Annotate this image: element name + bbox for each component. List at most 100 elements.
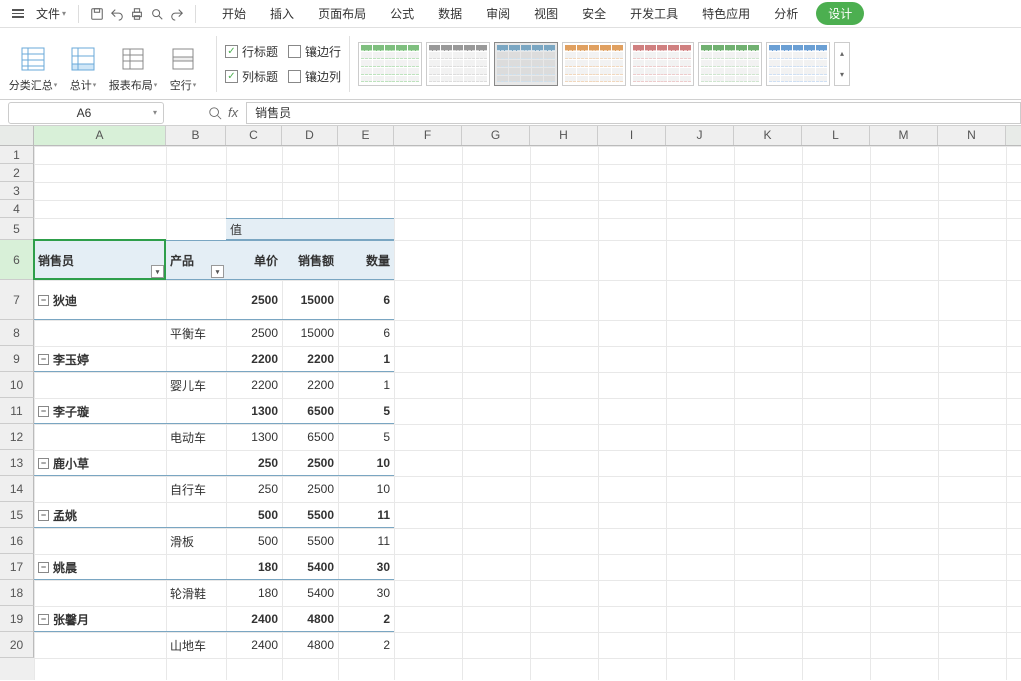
row-header-17[interactable]: 17	[0, 554, 34, 580]
zoom-icon[interactable]	[208, 106, 222, 120]
col-header-H[interactable]: H	[530, 126, 598, 145]
collapse-button[interactable]: −	[38, 614, 49, 625]
blank-rows-button[interactable]: 空行▾	[158, 31, 208, 95]
redo-icon[interactable]	[167, 4, 187, 24]
subtotal-button[interactable]: 分类汇总▾	[8, 31, 58, 95]
collapse-button[interactable]: −	[38, 510, 49, 521]
row-header-8[interactable]: 8	[0, 320, 34, 346]
col-header-E[interactable]: E	[338, 126, 394, 145]
row-header-9[interactable]: 9	[0, 346, 34, 372]
gallery-more[interactable]: ▴▾	[834, 42, 850, 86]
pivot-cell: 11	[338, 528, 394, 554]
tab-审阅[interactable]: 审阅	[484, 1, 512, 26]
row-header-4[interactable]: 4	[0, 200, 34, 218]
col-header-D[interactable]: D	[282, 126, 338, 145]
col-header-C[interactable]: C	[226, 126, 282, 145]
row-header-13[interactable]: 13	[0, 450, 34, 476]
collapse-button[interactable]: −	[38, 406, 49, 417]
menu-icon[interactable]	[8, 9, 28, 18]
pivot-cell: 2400	[226, 632, 282, 658]
tab-视图[interactable]: 视图	[532, 1, 560, 26]
filter-button[interactable]: ▾	[211, 265, 224, 278]
pivot-cell: 500	[226, 528, 282, 554]
tab-数据[interactable]: 数据	[436, 1, 464, 26]
tab-开始[interactable]: 开始	[220, 1, 248, 26]
row-header-12[interactable]: 12	[0, 424, 34, 450]
print-icon[interactable]	[127, 4, 147, 24]
row-header-18[interactable]: 18	[0, 580, 34, 606]
row-header-6[interactable]: 6	[0, 240, 34, 280]
filter-button[interactable]: ▾	[151, 265, 164, 278]
checkbox-row-header[interactable]: ✓行标题	[225, 43, 278, 60]
grandtotal-button[interactable]: 总计▾	[58, 31, 108, 95]
style-thumb[interactable]	[426, 42, 490, 86]
pivot-cell: 单价	[226, 240, 282, 280]
divider	[195, 5, 196, 23]
tab-页面布局[interactable]: 页面布局	[316, 1, 368, 26]
fx-icon[interactable]: fx	[228, 105, 238, 120]
file-menu[interactable]: 文件▾	[32, 1, 70, 26]
col-header-N[interactable]: N	[938, 126, 1006, 145]
tab-特色应用[interactable]: 特色应用	[700, 1, 752, 26]
row-headers: 1234567891011121314151617181920	[0, 146, 34, 680]
row-header-14[interactable]: 14	[0, 476, 34, 502]
style-thumb[interactable]	[358, 42, 422, 86]
col-header-F[interactable]: F	[394, 126, 462, 145]
row-header-11[interactable]: 11	[0, 398, 34, 424]
collapse-button[interactable]: −	[38, 354, 49, 365]
style-thumb[interactable]	[698, 42, 762, 86]
col-header-A[interactable]: A	[34, 126, 166, 145]
row-header-10[interactable]: 10	[0, 372, 34, 398]
checkbox-banded-col[interactable]: 镶边列	[288, 68, 341, 85]
col-header-B[interactable]: B	[166, 126, 226, 145]
pivot-cell: 2400	[226, 606, 282, 632]
row-header-16[interactable]: 16	[0, 528, 34, 554]
row-header-15[interactable]: 15	[0, 502, 34, 528]
select-all-corner[interactable]	[0, 126, 34, 145]
row-header-2[interactable]: 2	[0, 164, 34, 182]
row-header-20[interactable]: 20	[0, 632, 34, 658]
tab-安全[interactable]: 安全	[580, 1, 608, 26]
name-box[interactable]: A6▾	[8, 102, 164, 124]
divider	[78, 5, 79, 23]
pivot-cell: 轮滑鞋	[166, 580, 226, 606]
formula-input[interactable]: 销售员	[246, 102, 1021, 124]
tab-分析[interactable]: 分析	[772, 1, 800, 26]
row-header-3[interactable]: 3	[0, 182, 34, 200]
col-header-G[interactable]: G	[462, 126, 530, 145]
checkbox-col-header[interactable]: ✓列标题	[225, 68, 278, 85]
preview-icon[interactable]	[147, 4, 167, 24]
cells-area[interactable]: 值销售员▾产品▾单价销售额数量−狄迪2500150006平衡车250015000…	[34, 146, 1021, 680]
row-header-7[interactable]: 7	[0, 280, 34, 320]
style-thumb[interactable]	[630, 42, 694, 86]
style-thumb[interactable]	[494, 42, 558, 86]
tab-开发工具[interactable]: 开发工具	[628, 1, 680, 26]
collapse-button[interactable]: −	[38, 295, 49, 306]
undo-icon[interactable]	[107, 4, 127, 24]
col-header-I[interactable]: I	[598, 126, 666, 145]
row-header-19[interactable]: 19	[0, 606, 34, 632]
tab-design[interactable]: 设计	[816, 2, 864, 25]
row-header-1[interactable]: 1	[0, 146, 34, 164]
save-icon[interactable]	[87, 4, 107, 24]
formula-bar-row: A6▾ fx 销售员	[0, 100, 1021, 126]
col-header-K[interactable]: K	[734, 126, 802, 145]
pivot-cell: 数量	[338, 240, 394, 280]
col-header-L[interactable]: L	[802, 126, 870, 145]
pivot-cell: 2200	[226, 346, 282, 372]
tab-公式[interactable]: 公式	[388, 1, 416, 26]
tab-插入[interactable]: 插入	[268, 1, 296, 26]
row-header-5[interactable]: 5	[0, 218, 34, 240]
col-header-J[interactable]: J	[666, 126, 734, 145]
pivot-cell: 山地车	[166, 632, 226, 658]
report-layout-button[interactable]: 报表布局▾	[108, 31, 158, 95]
pivot-cell: 2500	[226, 320, 282, 346]
checkbox-banded-row[interactable]: 镶边行	[288, 43, 341, 60]
style-thumb[interactable]	[766, 42, 830, 86]
menu-bar: 文件▾ 开始插入页面布局公式数据审阅视图安全开发工具特色应用分析 设计	[0, 0, 1021, 28]
col-header-M[interactable]: M	[870, 126, 938, 145]
style-thumb[interactable]	[562, 42, 626, 86]
collapse-button[interactable]: −	[38, 458, 49, 469]
collapse-button[interactable]: −	[38, 562, 49, 573]
pivot-cell: 5500	[282, 502, 338, 528]
